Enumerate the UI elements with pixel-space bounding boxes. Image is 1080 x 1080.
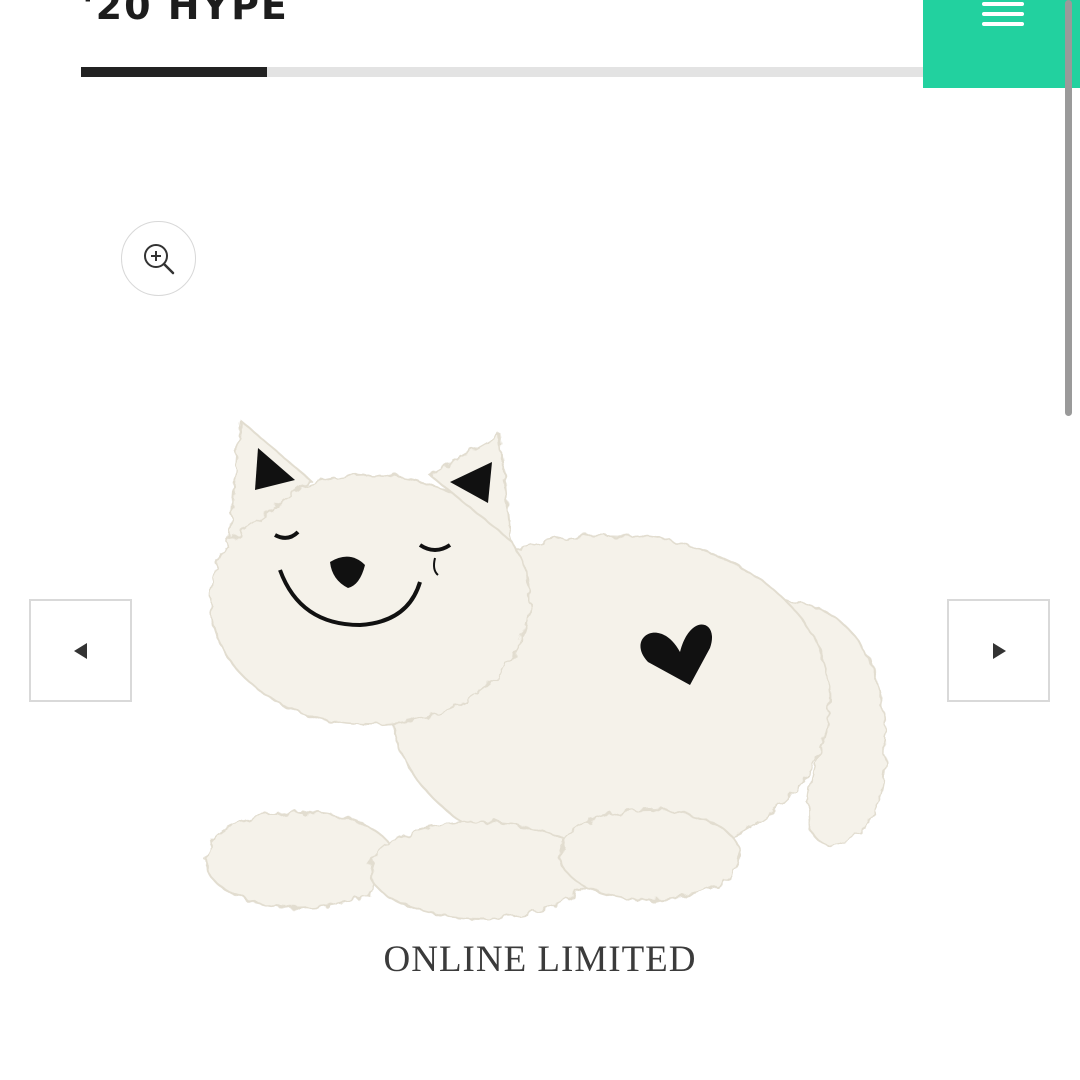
product-image	[204, 417, 887, 919]
next-image-button[interactable]	[947, 599, 1050, 702]
previous-image-button[interactable]	[29, 599, 132, 702]
gallery-progress-bar	[81, 67, 926, 77]
triangle-right-icon	[993, 643, 1006, 659]
page-title: '20 HYPE	[82, 0, 289, 28]
zoom-button[interactable]	[121, 221, 196, 296]
menu-button[interactable]	[923, 0, 1080, 88]
triangle-left-icon	[74, 643, 87, 659]
hamburger-icon	[982, 2, 1024, 26]
gallery-progress-fill	[81, 67, 267, 77]
product-caption: ONLINE LIMITED	[383, 939, 697, 980]
zoom-in-icon	[144, 244, 175, 275]
scrollbar-thumb[interactable]	[1065, 0, 1072, 416]
